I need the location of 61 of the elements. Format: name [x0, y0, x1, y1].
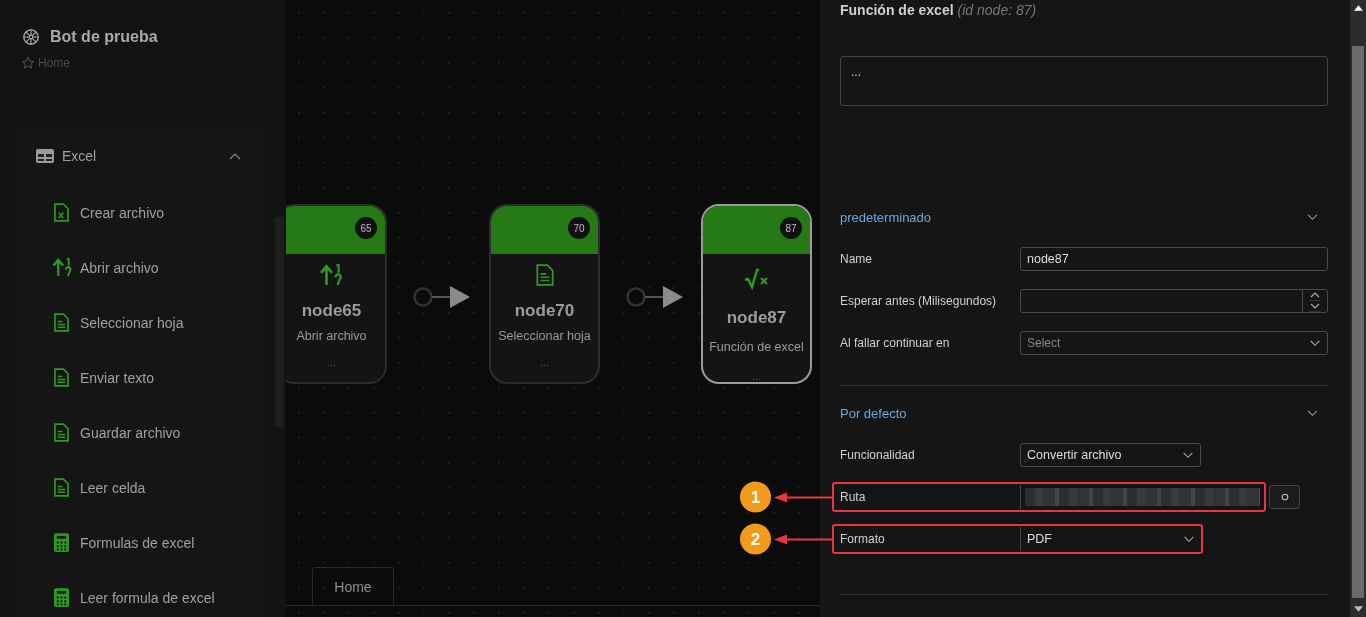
section-header[interactable]: Por defecto — [840, 398, 1328, 428]
field-label: Ruta — [840, 490, 867, 504]
chevron-icon — [229, 152, 241, 160]
section-header[interactable]: predeterminado — [840, 202, 1328, 232]
field-label: Name — [840, 252, 873, 266]
number-input[interactable] — [1020, 289, 1328, 313]
sort-icon — [318, 264, 345, 286]
calculator-icon — [54, 533, 69, 552]
node-id-badge: 65 — [355, 217, 377, 239]
field-label: Esperar antes (Milisegundos) — [840, 294, 998, 308]
select-field[interactable]: Select — [1020, 331, 1328, 355]
field-label: Al fallar continuar en — [840, 336, 951, 350]
node-subtitle: Abrir archivo — [296, 329, 367, 343]
scrollbar-thumb[interactable] — [1352, 46, 1364, 598]
star-icon — [21, 56, 35, 70]
node-name: node65 — [301, 301, 362, 321]
wheel-icon — [22, 28, 40, 46]
node-footer: ... — [540, 357, 549, 368]
node-name: node70 — [514, 301, 575, 321]
calculator-icon — [54, 588, 69, 607]
decrement-icon — [1309, 301, 1321, 312]
scroll-down-icon — [1353, 606, 1363, 612]
sort-icon — [52, 258, 74, 277]
document-icon — [54, 368, 69, 387]
chevron-icon — [1307, 213, 1318, 221]
flow-node[interactable]: 87 node87 Función de excel ... — [701, 204, 812, 384]
browse-button[interactable] — [1269, 485, 1300, 509]
node-name: node87 — [726, 308, 787, 328]
bot-title: Bot de prueba — [50, 28, 158, 46]
flow-node[interactable]: 65 node65 Abrir archivo ... — [286, 204, 387, 384]
document-icon — [54, 423, 69, 442]
node-id-note: (id node: 87) — [957, 2, 1037, 18]
name-input[interactable]: node87 — [1020, 247, 1328, 271]
chevron-icon — [1183, 535, 1195, 543]
field-label: Funcionalidad — [840, 448, 916, 462]
connector-arrow — [626, 284, 684, 310]
canvas-tab[interactable]: Home — [312, 567, 394, 605]
document-icon — [54, 478, 69, 497]
table-icon — [36, 149, 54, 163]
description-field[interactable]: ... — [840, 56, 1328, 106]
target-icon — [1280, 493, 1289, 501]
flow-node[interactable]: 70 node70 Seleccionar hoja ... — [489, 204, 600, 384]
panel-title: Función de excel — [840, 2, 954, 18]
document-icon — [54, 313, 69, 332]
chevron-icon — [1309, 339, 1321, 347]
node-subtitle: Función de excel — [709, 339, 804, 354]
select-field[interactable]: Convertir archivo — [1020, 443, 1201, 467]
field-label: Formato — [840, 532, 886, 546]
file-icon — [54, 203, 69, 222]
node-footer: ... — [752, 371, 761, 382]
chevron-icon — [1182, 451, 1194, 459]
increment-icon — [1309, 290, 1321, 301]
select-field[interactable]: PDF — [1020, 527, 1201, 551]
chevron-icon — [1307, 409, 1318, 417]
node-id-badge: 70 — [568, 217, 590, 239]
scroll-up-icon — [1353, 5, 1363, 11]
node-subtitle: Seleccionar hoja — [498, 329, 591, 343]
square-root-icon — [743, 267, 770, 290]
node-id-badge: 87 — [780, 217, 802, 239]
node-footer: ... — [327, 357, 336, 368]
connector-arrow — [413, 284, 471, 310]
